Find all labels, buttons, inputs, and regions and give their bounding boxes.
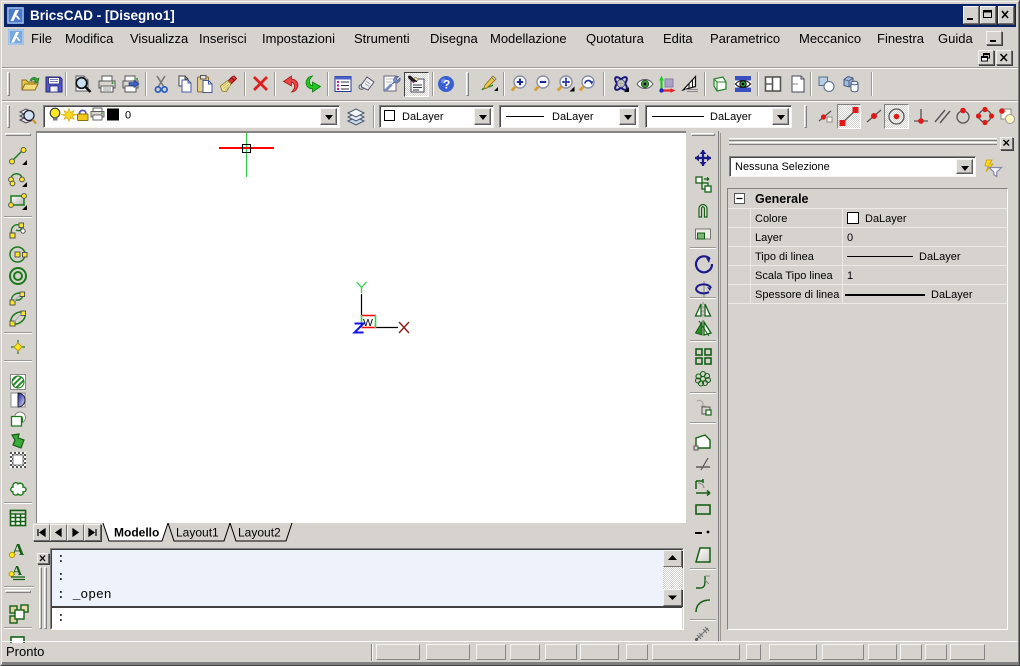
- svg-text:?: ?: [443, 78, 450, 92]
- svg-text:Layout2: Layout2: [238, 526, 281, 540]
- svg-text:Modello: Modello: [114, 526, 159, 540]
- svg-text:0: 0: [125, 110, 131, 122]
- svg-text:Layout1: Layout1: [176, 526, 219, 540]
